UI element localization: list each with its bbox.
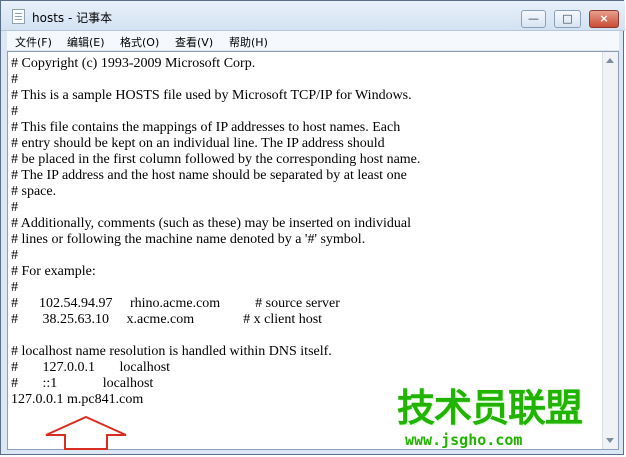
- menu-bar: 文件(F) 编辑(E) 格式(O) 查看(V) 帮助(H): [7, 31, 619, 51]
- hosts-line: # For example:: [11, 264, 96, 279]
- title-bar[interactable]: hosts - 记事本 — □ ×: [1, 1, 625, 31]
- hosts-line: # Additionally, comments (such as these)…: [11, 216, 411, 231]
- menu-edit[interactable]: 编辑(E): [67, 34, 105, 50]
- hosts-line: # This file contains the mappings of IP …: [11, 120, 401, 135]
- menu-format[interactable]: 格式(O): [120, 34, 159, 50]
- hosts-line: # localhost name resolution is handled w…: [11, 344, 332, 359]
- hosts-line: # Copyright (c) 1993-2009 Microsoft Corp…: [11, 56, 256, 71]
- hosts-line: #: [11, 104, 18, 119]
- menu-view[interactable]: 查看(V): [175, 34, 213, 50]
- hosts-line: 127.0.0.1 m.pc841.com: [11, 392, 144, 407]
- hosts-line: # space.: [11, 184, 57, 199]
- hosts-line: # This is a sample HOSTS file used by Mi…: [11, 88, 412, 103]
- hosts-line: # ::1 localhost: [11, 376, 154, 391]
- minimize-button[interactable]: —: [521, 10, 546, 28]
- hosts-line: # 102.54.94.97 rhino.acme.com # source s…: [11, 296, 340, 311]
- menu-file[interactable]: 文件(F): [15, 34, 52, 50]
- hosts-line: [11, 328, 601, 344]
- editor-pane[interactable]: # Copyright (c) 1993-2009 Microsoft Corp…: [7, 51, 619, 450]
- maximize-button[interactable]: □: [554, 10, 581, 28]
- notepad-window: hosts - 记事本 — □ × 文件(F) 编辑(E) 格式(O) 查看(V…: [0, 0, 625, 455]
- window-title: hosts - 记事本: [32, 11, 113, 25]
- up-arrow-icon: [45, 415, 127, 450]
- hosts-line: #: [11, 200, 18, 215]
- hosts-line: # 127.0.0.1 localhost: [11, 360, 171, 375]
- scroll-up-icon[interactable]: [606, 58, 614, 63]
- hosts-line: #: [11, 248, 18, 263]
- notepad-icon: [12, 9, 25, 24]
- hosts-line: # entry should be kept on an individual …: [11, 136, 385, 151]
- menu-help[interactable]: 帮助(H): [229, 34, 268, 50]
- hosts-line: #: [11, 280, 18, 295]
- scroll-down-icon[interactable]: [606, 438, 614, 443]
- hosts-line: #: [11, 72, 18, 87]
- hosts-line: # 38.25.63.10 x.acme.com # x client host: [11, 312, 323, 327]
- hosts-line: # be placed in the first column followed…: [11, 152, 421, 167]
- close-button[interactable]: ×: [589, 10, 619, 28]
- vertical-scrollbar[interactable]: [602, 52, 618, 449]
- hosts-line: # The IP address and the host name shoul…: [11, 168, 407, 183]
- hosts-text[interactable]: # Copyright (c) 1993-2009 Microsoft Corp…: [11, 56, 601, 446]
- hosts-line: # lines or following the machine name de…: [11, 232, 366, 247]
